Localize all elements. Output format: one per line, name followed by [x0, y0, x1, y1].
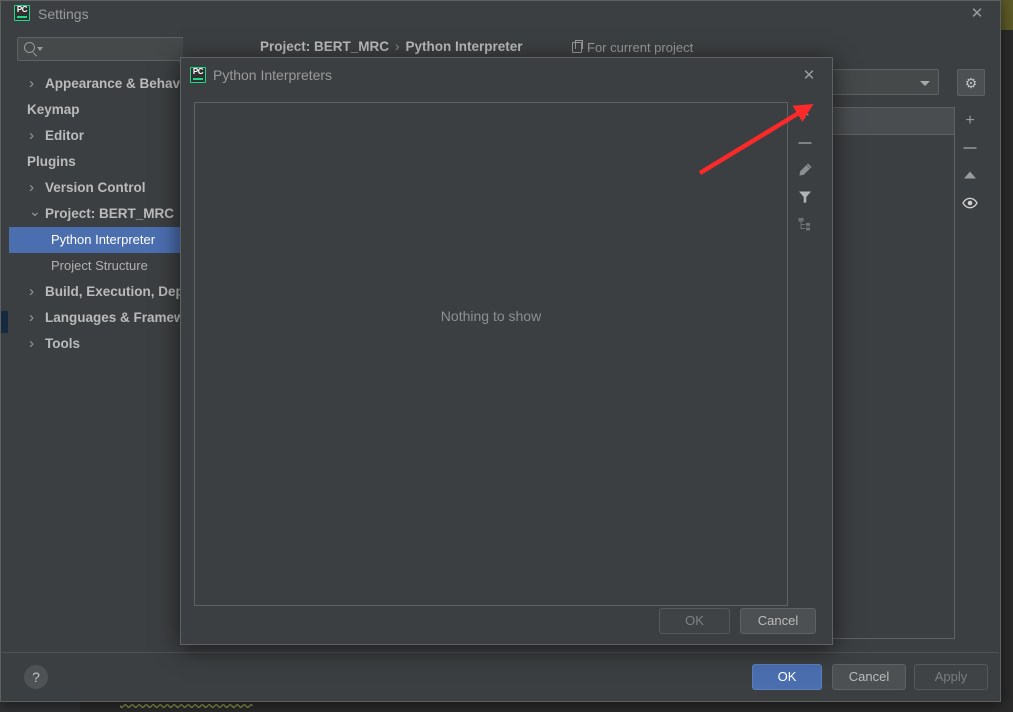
- edit-interpreter-button: [789, 156, 820, 183]
- pycharm-icon-text: PC: [192, 67, 204, 76]
- for-current-project-text: For current project: [587, 40, 694, 55]
- sidebar-item-label: Build, Execution, Deployment: [45, 284, 183, 299]
- settings-ok-button[interactable]: OK: [752, 664, 822, 690]
- sidebar-item-editor[interactable]: Editor: [9, 123, 183, 149]
- interpreter-settings-button[interactable]: ⚙: [957, 69, 985, 96]
- chevron-right-icon[interactable]: [29, 305, 39, 331]
- sidebar-item-label: Version Control: [45, 180, 146, 195]
- dialog-ok-button: OK: [659, 608, 730, 634]
- interpreters-toolbar: +: [789, 102, 820, 606]
- sidebar-item-label: Editor: [45, 128, 84, 143]
- dialog-title: Python Interpreters: [213, 67, 333, 83]
- pycharm-icon-bar: [17, 16, 27, 18]
- chevron-down-icon[interactable]: [29, 201, 39, 227]
- chevron-right-icon[interactable]: [29, 175, 39, 201]
- show-early-releases-button[interactable]: [955, 188, 985, 215]
- sidebar-item-label: Appearance & Behavior: [45, 76, 183, 91]
- close-icon[interactable]: ✕: [968, 5, 986, 23]
- search-input[interactable]: [46, 38, 183, 62]
- settings-tree: Appearance & Behavior Keymap Editor Plugins…: [9, 71, 183, 653]
- upgrade-package-button[interactable]: [955, 161, 985, 188]
- python-interpreters-dialog: PC Python Interpreters ✕ Nothing to show…: [180, 57, 833, 645]
- filter-interpreters-button[interactable]: [789, 183, 820, 210]
- sidebar-item-plugins[interactable]: Plugins: [9, 149, 183, 175]
- pycharm-icon-text: PC: [16, 5, 28, 14]
- pycharm-icon-bar: [193, 78, 203, 80]
- uninstall-package-button[interactable]: [955, 134, 985, 161]
- plus-icon: +: [965, 111, 975, 129]
- sidebar-item-label: Languages & Frameworks: [45, 310, 183, 325]
- chevron-down-icon[interactable]: [37, 47, 43, 51]
- add-interpreter-button[interactable]: +: [789, 102, 820, 129]
- minus-icon: [963, 146, 977, 149]
- for-current-project-label: For current project: [572, 40, 693, 55]
- interpreter-select[interactable]: [820, 69, 939, 95]
- sidebar-item-label: Python Interpreter: [51, 232, 156, 247]
- install-package-button[interactable]: +: [955, 107, 985, 134]
- pycharm-icon: PC: [190, 67, 206, 83]
- copy-icon: [572, 40, 583, 53]
- sidebar-item-version-control[interactable]: Version Control: [9, 175, 183, 201]
- sidebar-item-project-bert-mrc[interactable]: Project: BERT_MRC: [9, 201, 183, 227]
- interpreters-list[interactable]: Nothing to show: [194, 102, 788, 606]
- breadcrumb-separator: ›: [395, 39, 400, 54]
- sidebar-item-languages-frameworks[interactable]: Languages & Frameworks: [9, 305, 183, 331]
- sidebar-item-label: Tools: [45, 336, 80, 351]
- up-arrow-icon: [964, 171, 976, 178]
- settings-titlebar: PC Settings ✕: [1, 1, 1000, 29]
- sidebar-item-label: Keymap: [27, 102, 80, 117]
- dialog-cancel-button[interactable]: Cancel: [740, 608, 816, 634]
- breadcrumb-parent[interactable]: Project: BERT_MRC: [260, 39, 389, 54]
- sidebar-item-keymap[interactable]: Keymap: [9, 97, 183, 123]
- chevron-right-icon[interactable]: [29, 279, 39, 305]
- sidebar-item-label: Project Structure: [51, 258, 148, 273]
- chevron-right-icon[interactable]: [29, 331, 39, 357]
- eye-icon: [962, 196, 978, 208]
- sidebar-item-build-execution-deployment[interactable]: Build, Execution, Deployment: [9, 279, 183, 305]
- editor-right-strip: [1001, 0, 1013, 30]
- pencil-icon: [797, 162, 812, 177]
- sidebar-item-label: Plugins: [27, 154, 76, 169]
- editor-right-gutter: [1001, 30, 1013, 712]
- chevron-right-icon[interactable]: [29, 71, 39, 97]
- plus-icon: +: [799, 106, 810, 124]
- sidebar-edge-marker: [1, 311, 8, 333]
- remove-interpreter-button: [789, 129, 820, 156]
- chevron-right-icon[interactable]: [29, 123, 39, 149]
- settings-sidebar: Appearance & Behavior Keymap Editor Plugins…: [9, 29, 183, 653]
- help-label: ?: [32, 669, 40, 685]
- chevron-down-icon: [920, 81, 930, 86]
- help-icon[interactable]: ?: [24, 665, 48, 689]
- dialog-titlebar: PC Python Interpreters ✕: [181, 58, 832, 92]
- search-icon-handle: [32, 52, 38, 57]
- settings-cancel-button[interactable]: Cancel: [832, 664, 906, 690]
- show-paths-button: [789, 210, 820, 237]
- dialog-footer: OK Cancel: [181, 604, 832, 644]
- search-field[interactable]: [17, 37, 183, 62]
- filter-icon: [798, 190, 812, 204]
- close-icon[interactable]: ✕: [800, 67, 818, 85]
- breadcrumb-current: Python Interpreter: [405, 39, 523, 54]
- gear-icon: ⚙: [964, 74, 978, 91]
- pycharm-icon: PC: [14, 5, 30, 21]
- sidebar-item-project-structure[interactable]: Project Structure: [9, 253, 183, 279]
- sidebar-item-label: Project: BERT_MRC: [45, 206, 175, 221]
- window-title: Settings: [38, 6, 89, 22]
- settings-footer: ? OK Cancel Apply: [2, 652, 999, 700]
- sidebar-item-python-interpreter[interactable]: Python Interpreter: [9, 227, 183, 253]
- breadcrumb: Project: BERT_MRC › Python Interpreter: [260, 39, 523, 54]
- tree-icon: [798, 217, 812, 231]
- packages-toolbar: +: [955, 107, 985, 215]
- settings-apply-button: Apply: [914, 664, 988, 690]
- minus-icon: [798, 141, 811, 144]
- sidebar-item-tools[interactable]: Tools: [9, 331, 183, 357]
- sidebar-item-appearance-behavior[interactable]: Appearance & Behavior: [9, 71, 183, 97]
- empty-state-label: Nothing to show: [440, 308, 542, 324]
